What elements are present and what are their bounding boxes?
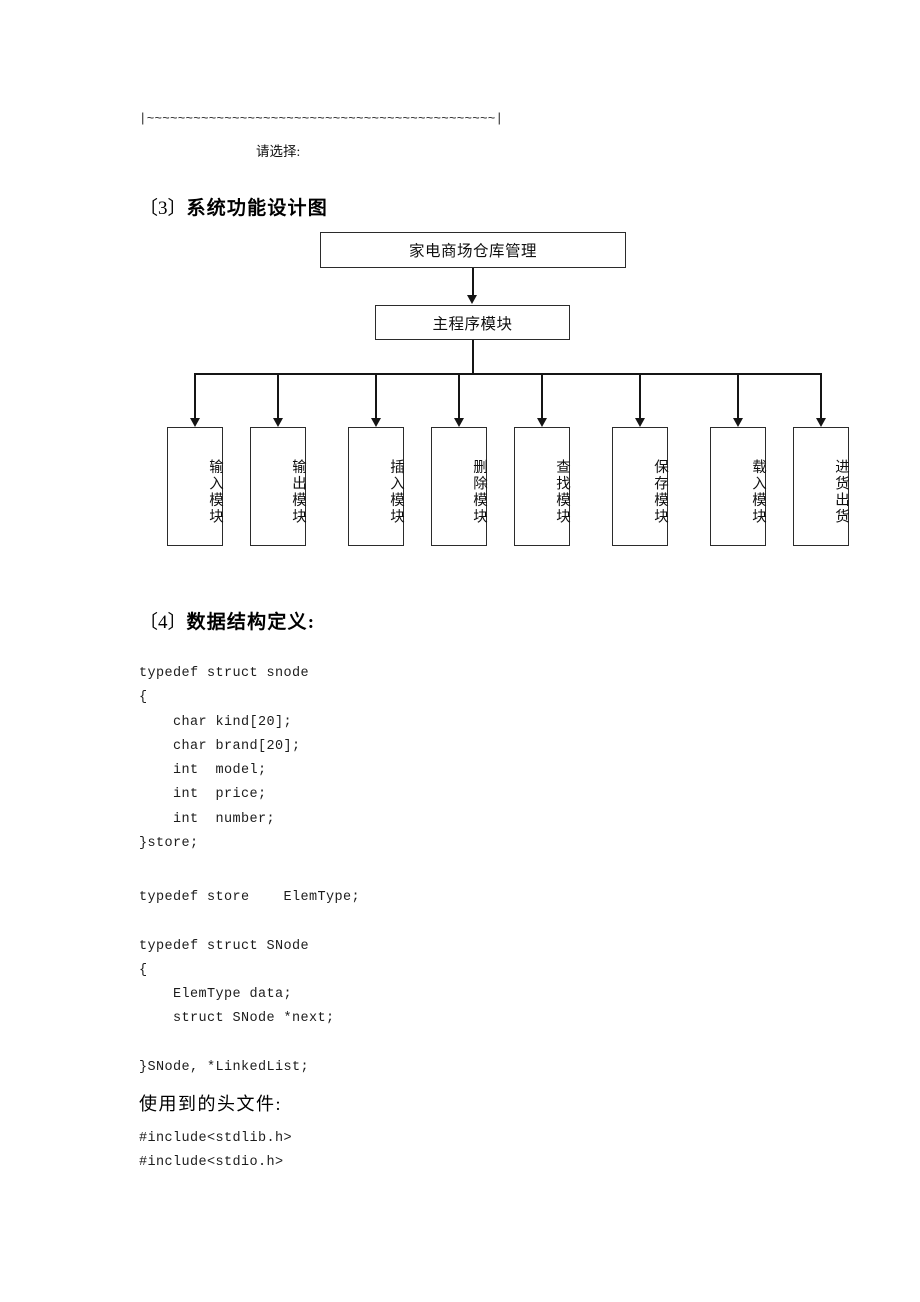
diagram-box-module-4-label: 删除模块 — [471, 458, 487, 525]
diagram-box-module-7-label: 载入模块 — [750, 458, 766, 525]
connector-drop-3 — [375, 373, 377, 420]
arrow-to-module-1 — [190, 418, 200, 427]
arrow-to-module-6 — [635, 418, 645, 427]
connector-bus — [194, 373, 821, 375]
connector-drop-6 — [639, 373, 641, 420]
diagram-box-module-6: 保存模块 — [612, 427, 668, 546]
arrow-root-to-main — [467, 295, 477, 304]
arrow-to-module-4 — [454, 418, 464, 427]
connector-drop-2 — [277, 373, 279, 420]
diagram-box-root: 家电商场仓库管理 — [320, 232, 626, 268]
diagram-box-main: 主程序模块 — [375, 305, 570, 340]
arrow-to-module-7 — [733, 418, 743, 427]
code-block-includes: #include<stdlib.h> #include<stdio.h> — [139, 1131, 293, 1171]
connector-main-to-bus — [472, 340, 474, 373]
diagram-box-module-5: 查找模块 — [514, 427, 570, 546]
diagram-box-module-8: 进货出货 — [793, 427, 849, 546]
connector-drop-7 — [737, 373, 739, 420]
arrow-to-module-2 — [273, 418, 283, 427]
diagram-box-module-8-label: 进货出货 — [833, 458, 849, 525]
section-4-title: 数据结构定义: — [186, 612, 316, 633]
section-3-title: 系统功能设计图 — [186, 198, 328, 219]
diagram-box-module-5-label: 查找模块 — [554, 458, 570, 525]
arrow-to-module-3 — [371, 418, 381, 427]
document-page: |~~~~~~~~~~~~~~~~~~~~~~~~~~~~~~~~~~~~~~~… — [0, 0, 920, 1302]
connector-drop-4 — [458, 373, 460, 420]
system-function-diagram: 家电商场仓库管理 主程序模块 输入模块 输出模块 插入模块 删除模块 查找模块 … — [0, 0, 920, 600]
diagram-box-main-label: 主程序模块 — [432, 315, 513, 333]
arrow-to-module-5 — [537, 418, 547, 427]
diagram-box-module-7: 载入模块 — [710, 427, 766, 546]
terminal-separator-line: |~~~~~~~~~~~~~~~~~~~~~~~~~~~~~~~~~~~~~~~… — [139, 112, 504, 126]
diagram-box-module-2: 输出模块 — [250, 427, 306, 546]
diagram-box-module-1-label: 输入模块 — [207, 458, 223, 525]
connector-root-to-main — [472, 268, 474, 296]
diagram-box-root-label: 家电商场仓库管理 — [408, 243, 537, 260]
diagram-box-module-4: 删除模块 — [431, 427, 487, 546]
terminal-prompt-text: 请选择: — [256, 144, 301, 159]
connector-drop-8 — [820, 373, 822, 420]
connector-drop-5 — [541, 373, 543, 420]
code-block-snode-struct: typedef store ElemType; typedef struct S… — [139, 890, 361, 1076]
diagram-box-module-6-label: 保存模块 — [652, 458, 668, 525]
code-block-store-struct: typedef struct snode { char kind[20]; ch… — [139, 666, 310, 852]
arrow-to-module-8 — [816, 418, 826, 427]
diagram-box-module-1: 输入模块 — [167, 427, 223, 546]
diagram-box-module-2-label: 输出模块 — [290, 458, 306, 525]
section-3-number: 〔3〕 — [139, 198, 187, 219]
section-4-number: 〔4〕 — [139, 612, 187, 633]
section-3-heading: 〔3〕系统功能设计图 — [139, 193, 328, 220]
connector-drop-1 — [194, 373, 196, 420]
diagram-box-module-3: 插入模块 — [348, 427, 404, 546]
diagram-box-module-3-label: 插入模块 — [388, 458, 404, 525]
headers-subheading: 使用到的头文件: — [139, 1094, 283, 1114]
section-4-heading: 〔4〕数据结构定义: — [139, 607, 315, 634]
